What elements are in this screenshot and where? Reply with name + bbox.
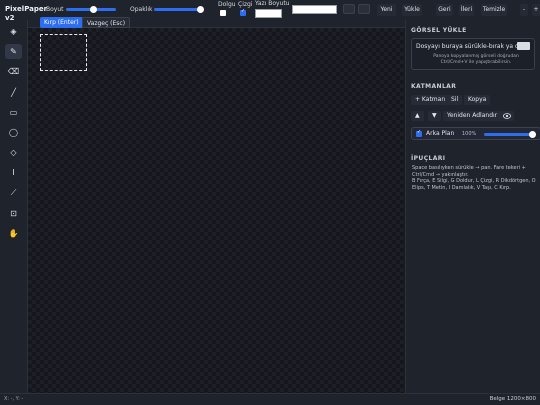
app-name: PixelPaper [5,5,48,13]
tips-title: İPUÇLARI [411,155,446,162]
crop-selection[interactable] [40,34,87,71]
tips-text: Space basılıyken sürükle → pan. Fare tek… [412,165,536,191]
eraser-tool[interactable]: ⌫ [5,64,22,79]
delete-layer-button[interactable]: Sil [447,95,463,105]
app-window: PixelPaper v2 Boyut Opaklık Dolgu Çizgi … [0,0,540,405]
ellipse-tool-icon: ◯ [9,128,18,137]
layer-name: Arka Plan [426,130,455,137]
pencil-tool[interactable]: ✎ [5,44,22,60]
text-input[interactable] [292,5,337,14]
add-layer-button[interactable]: + Katman [411,95,450,105]
fill-checkbox[interactable] [220,10,226,16]
cursor-position: X: -, Y: - [4,396,24,402]
zoom-out-button[interactable]: - [520,4,528,16]
drawing-canvas[interactable] [28,28,405,393]
rectangle-tool-icon: ▭ [9,107,18,117]
image-upload-title: GÖRSEL YÜKLE [411,27,467,34]
image-dropzone[interactable]: Dosyayı buraya sürükle-bırak ya da Panoy… [411,38,535,70]
color-swatch-2[interactable] [358,4,370,14]
redo-button[interactable]: İleri [459,4,474,16]
layer-visible-checkbox[interactable] [416,129,422,137]
opacity-slider-knob[interactable] [197,6,204,13]
layer-opacity-knob[interactable] [529,131,536,138]
crop-confirm-button[interactable]: Kırp (Enter) [40,17,83,28]
crop-tool-icon: ⊡ [10,208,17,218]
layer-item[interactable]: Arka Plan 100% [411,127,540,140]
size-slider-knob[interactable] [89,6,97,13]
text-tool[interactable]: I [5,165,22,180]
font-size-label: Yazı Boyutu [255,0,290,7]
rename-layer-button[interactable]: Yeniden Adlandır [443,111,502,121]
eye-icon[interactable] [500,111,514,121]
copy-layer-button[interactable]: Kopya [464,95,491,105]
eyedropper-tool[interactable]: ⟋ [5,186,22,201]
eyedropper-tool-icon: ⟋ [10,188,17,198]
font-size-input[interactable] [255,9,282,18]
document-size: Belge 1200×800 [489,396,536,402]
select-tool-icon: ◈ [10,27,17,36]
line-tool-icon: ╱ [11,87,16,97]
fill-tool-icon: ◇ [10,148,17,158]
size-slider[interactable] [66,6,116,13]
tool-rail: ◈ ✎ ⌫ ╱ ▭ ◯ ◇ I ⟋ ⊡ ✋ [0,20,28,393]
fill-tool[interactable]: ◇ [5,145,22,160]
hand-tool[interactable]: ✋ [5,226,22,241]
opacity-label: Opaklık [130,6,153,13]
line-tool[interactable]: ╱ [5,85,22,100]
fill-label: Dolgu [218,1,236,8]
hand-tool-icon: ✋ [8,229,19,238]
stroke-checkbox[interactable] [240,8,246,16]
text-tool-icon: I [12,168,15,178]
status-bar: X: -, Y: - Belge 1200×800 [0,393,540,405]
size-label: Boyut [46,6,64,13]
dropzone-text: Dosyayı buraya sürükle-bırak ya da [416,43,523,50]
select-tool[interactable]: ◈ [5,24,22,39]
crop-cancel-button[interactable]: Vazgeç (Esc) [82,17,131,28]
opacity-slider[interactable] [154,6,204,13]
layer-opacity-slider[interactable] [484,131,536,138]
eraser-tool-icon: ⌫ [7,67,20,77]
stroke-label: Çizgi [238,1,253,8]
ellipse-tool[interactable]: ◯ [5,125,22,140]
layer-up-button[interactable]: ▲ [411,111,424,121]
clear-button[interactable]: Temizle [481,4,507,16]
zoom-in-button[interactable]: + [532,4,540,16]
layer-down-button[interactable]: ▼ [428,111,441,121]
layers-title: KATMANLAR [411,83,457,90]
new-button[interactable]: Yeni [377,4,396,16]
pencil-tool-icon: ✎ [10,47,17,57]
undo-button[interactable]: Geri [436,4,453,16]
file-picker-button[interactable] [517,42,530,50]
crop-tool[interactable]: ⊡ [5,206,22,221]
rectangle-tool[interactable]: ▭ [5,105,22,120]
layer-opacity-value: 100% [462,131,477,137]
right-panel: GÖRSEL YÜKLE Dosyayı buraya sürükle-bıra… [405,20,540,393]
load-button[interactable]: Yükle [402,4,422,16]
color-swatch-1[interactable] [343,4,355,14]
dropzone-hint: Panoya kopyalanmış görseli doğrudan Ctrl… [433,54,519,65]
